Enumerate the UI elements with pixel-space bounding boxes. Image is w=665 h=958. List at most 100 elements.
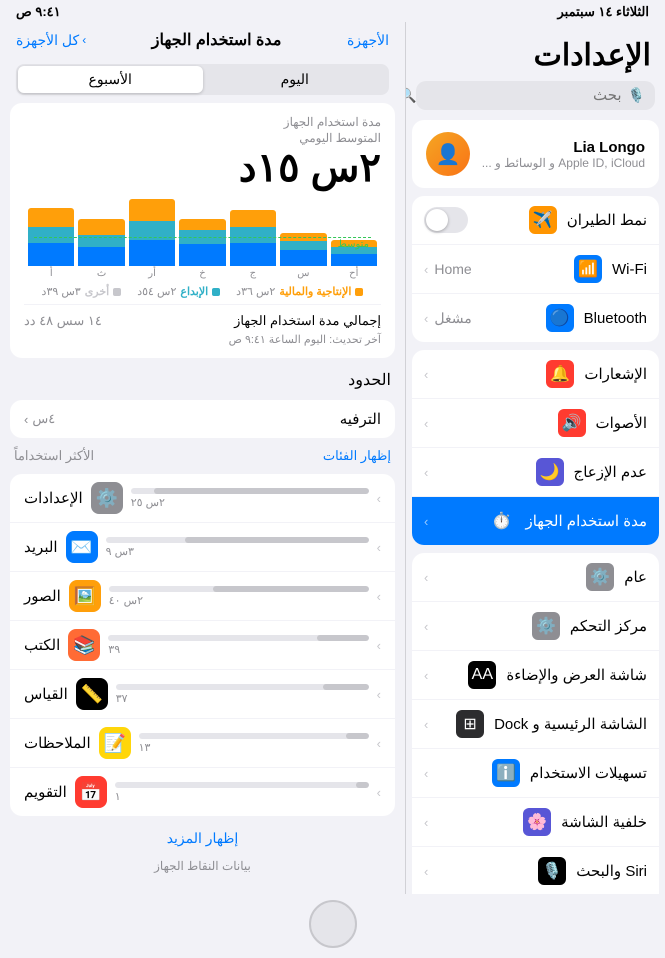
item-value: Home bbox=[434, 261, 471, 277]
item-icon: 🌙 bbox=[536, 458, 564, 486]
item-icon: ℹ️ bbox=[492, 759, 520, 787]
settings-item[interactable]: شاشة العرض والإضاءة AA › bbox=[412, 651, 659, 700]
total-value: ١٤ سس ٤٨ دد bbox=[24, 313, 102, 329]
segment-today[interactable]: اليوم bbox=[203, 66, 388, 93]
item-icon: ⏱️ bbox=[487, 507, 515, 535]
item-icon: 🌸 bbox=[523, 808, 551, 836]
item-label: الشاشة الرئيسية و Dock bbox=[494, 715, 647, 733]
item-label: نمط الطيران bbox=[567, 211, 647, 229]
avg-label: متوسط bbox=[338, 239, 369, 250]
list-item[interactable]: › ٢س ٢٥ ⚙️ الإعدادات bbox=[10, 474, 395, 523]
item-label: خلفية الشاشة bbox=[561, 813, 647, 831]
settings-item[interactable]: الأصوات 🔊 › bbox=[412, 399, 659, 448]
search-bar: 🎙️ 🔍 bbox=[416, 81, 655, 110]
list-item[interactable]: › ٣س ٩ ✉️ البريد bbox=[10, 523, 395, 572]
profile-subtitle: Apple ID, iCloud و الوسائط و ... bbox=[482, 156, 645, 170]
chevron-icon: › bbox=[424, 570, 428, 585]
screen-time-panel: الأجهزة مدة استخدام الجهاز › كل الأجهزة … bbox=[0, 22, 405, 894]
item-icon: 🔵 bbox=[546, 304, 574, 332]
bar-group: س bbox=[280, 199, 326, 279]
segment-control: اليوم الأسبوع bbox=[16, 64, 389, 95]
home-bar bbox=[0, 894, 665, 958]
bar-group: أ bbox=[28, 199, 74, 279]
settings-item[interactable]: عدم الإزعاج 🌙 › bbox=[412, 448, 659, 497]
list-item[interactable]: › ٢س ٤٠ 🖼️ الصور bbox=[10, 572, 395, 621]
settings-panel: الإعدادات 🎙️ 🔍 Lia Longo Apple ID, iClou… bbox=[405, 22, 665, 894]
total-label: إجمالي مدة استخدام الجهاز bbox=[234, 313, 381, 329]
profile-avatar: 👤 bbox=[426, 132, 470, 176]
toggle[interactable] bbox=[424, 207, 468, 233]
settings-item[interactable]: الإشعارات 🔔 › bbox=[412, 350, 659, 399]
item-icon: ⚙️ bbox=[586, 563, 614, 591]
profile-card[interactable]: Lia Longo Apple ID, iCloud و الوسائط و .… bbox=[412, 120, 659, 188]
chevron-icon: › bbox=[377, 687, 381, 702]
home-button[interactable] bbox=[309, 900, 357, 948]
item-label: الأصوات bbox=[596, 414, 648, 432]
search-input[interactable] bbox=[423, 87, 622, 104]
item-icon: 🔔 bbox=[546, 360, 574, 388]
bar-group: أر bbox=[129, 199, 175, 279]
list-item[interactable]: › ١٣ 📝 الملاحظات bbox=[10, 719, 395, 768]
chevron-right-icon: › bbox=[82, 33, 86, 47]
chevron-icon: › bbox=[377, 785, 381, 800]
show-more-link[interactable]: إظهار المزيد bbox=[0, 822, 405, 855]
item-icon: AA bbox=[468, 661, 496, 689]
bar-group: ج bbox=[230, 199, 276, 279]
show-categories-link[interactable]: إظهار الفئات bbox=[323, 448, 391, 464]
chevron-icon: › bbox=[24, 412, 28, 427]
chevron-icon: › bbox=[424, 717, 428, 732]
legend-item: أخرى ٣س ٣٩د bbox=[42, 285, 122, 298]
entertainment-value: ٤س › bbox=[24, 411, 55, 427]
settings-title: الإعدادات bbox=[406, 22, 665, 81]
legend-item: الإنتاجية والمالية ٢س ٣٦د bbox=[236, 285, 363, 298]
limits-label: الحدود bbox=[348, 370, 391, 390]
settings-item[interactable]: Wi-Fi 📶 Home› bbox=[412, 245, 659, 294]
item-icon: ⊞ bbox=[456, 710, 484, 738]
settings-item[interactable]: خلفية الشاشة 🌸 › bbox=[412, 798, 659, 847]
bar-chart: متوسط أ ث أر خ bbox=[24, 199, 381, 279]
settings-item[interactable]: تسهيلات الاستخدام ℹ️ › bbox=[412, 749, 659, 798]
list-item[interactable]: › ٣٩ 📚 الكتب bbox=[10, 621, 395, 670]
chevron-icon: › bbox=[424, 367, 428, 382]
big-time: ٢س ١٥د bbox=[24, 145, 381, 191]
item-icon: ✈️ bbox=[529, 206, 557, 234]
settings-item[interactable]: Bluetooth 🔵 مشغل› bbox=[412, 294, 659, 342]
list-item[interactable]: › ٣٧ 📏 القياس bbox=[10, 670, 395, 719]
settings-item[interactable]: عام ⚙️ › bbox=[412, 553, 659, 602]
item-icon: 🔊 bbox=[558, 409, 586, 437]
devices-link[interactable]: › كل الأجهزة bbox=[16, 32, 86, 49]
chevron-icon: › bbox=[424, 668, 428, 683]
settings-item[interactable]: مدة استخدام الجهاز ⏱️ › bbox=[412, 497, 659, 545]
settings-item[interactable]: مركز التحكم ⚙️ › bbox=[412, 602, 659, 651]
chevron-icon: › bbox=[424, 619, 428, 634]
item-label: مركز التحكم bbox=[570, 617, 647, 635]
item-icon: 📶 bbox=[574, 255, 602, 283]
item-label: تسهيلات الاستخدام bbox=[530, 764, 647, 782]
settings-group: الإشعارات 🔔 › الأصوات 🔊 › عدم الإزعاج 🌙 … bbox=[412, 350, 659, 545]
daily-avg-label: المتوسط اليومي bbox=[24, 131, 381, 145]
settings-item[interactable]: الشاشة الرئيسية و Dock ⊞ › bbox=[412, 700, 659, 749]
chevron-icon: › bbox=[377, 589, 381, 604]
chevron-icon: › bbox=[424, 514, 428, 529]
list-item[interactable]: › ١ 📅 التقويم bbox=[10, 768, 395, 816]
settings-item[interactable]: Siri والبحث 🎙️ › bbox=[412, 847, 659, 894]
profile-name: Lia Longo bbox=[482, 139, 645, 156]
limits-row[interactable]: الترفيه ٤س › bbox=[10, 400, 395, 438]
item-label: Siri والبحث bbox=[576, 862, 647, 880]
status-bar: الثلاثاء ١٤ سبتمبر ٩:٤١ ص bbox=[0, 0, 665, 22]
chevron-icon: › bbox=[424, 864, 428, 879]
limits-header: الحدود bbox=[0, 366, 405, 394]
chart-area: أ ث أر خ ج bbox=[24, 199, 381, 279]
segment-week[interactable]: الأسبوع bbox=[18, 66, 203, 93]
item-label: الإشعارات bbox=[584, 365, 647, 383]
chevron-icon: › bbox=[424, 465, 428, 480]
item-label: Wi-Fi bbox=[612, 261, 647, 278]
search-icon: 🔍 bbox=[405, 87, 417, 104]
chevron-icon: › bbox=[424, 766, 428, 781]
legend-item: الإبداع ٢س ٥٤د bbox=[137, 285, 220, 298]
profile-info: Lia Longo Apple ID, iCloud و الوسائط و .… bbox=[482, 139, 645, 170]
settings-item[interactable]: نمط الطيران ✈️ bbox=[412, 196, 659, 245]
back-link[interactable]: الأجهزة bbox=[347, 32, 389, 49]
mic-icon[interactable]: 🎙️ bbox=[628, 87, 645, 104]
screen-time-nav: الأجهزة مدة استخدام الجهاز › كل الأجهزة bbox=[0, 22, 405, 58]
